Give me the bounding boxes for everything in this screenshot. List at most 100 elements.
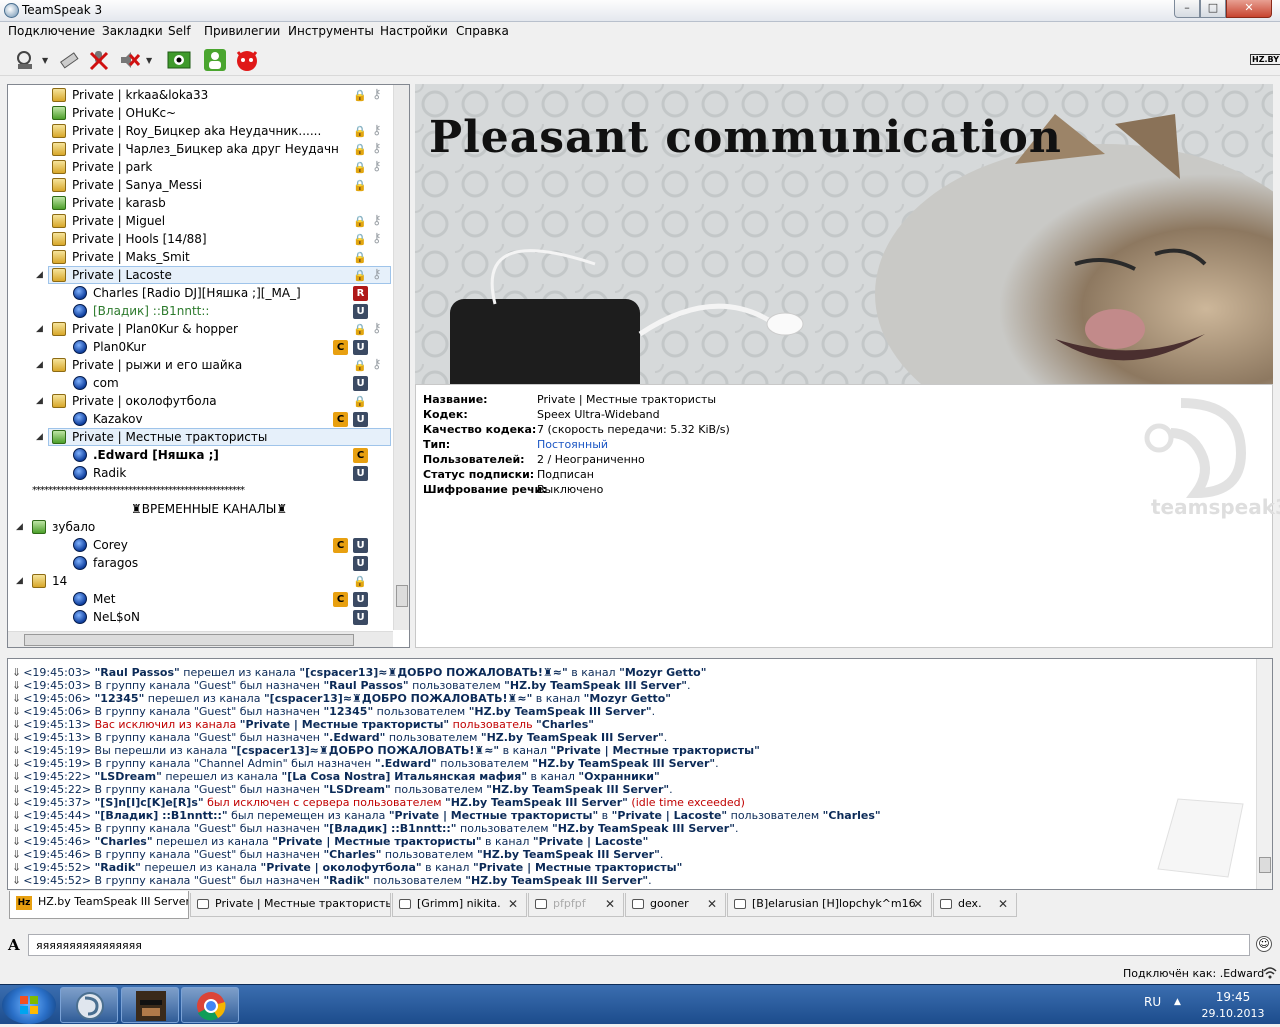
channel-row[interactable]: 🔒 ⚷ Private | park [8,158,393,176]
channel-row[interactable]: ◢ зубало [8,518,393,536]
channel-row[interactable]: Private | OHuKc~ [8,104,393,122]
channel-row[interactable]: Private | karasb [8,194,393,212]
devil-icon[interactable] [234,47,260,73]
start-button[interactable] [2,986,56,1024]
close-tab-icon[interactable]: ✕ [508,893,518,915]
tray-date[interactable]: 29.10.2013 [1200,1007,1266,1020]
menu-bookmarks[interactable]: Закладки [102,24,163,38]
expand-arrow-icon[interactable]: ◢ [36,356,43,374]
user-row[interactable]: C U Plan0Kur [8,338,393,356]
down-arrow-icon: ⇓ [12,848,22,861]
menu-self[interactable]: Self [168,24,191,38]
channel-row[interactable]: 🔒 ⚷ Private | krkaa&loka33 [8,86,393,104]
channel-row[interactable]: 🔒 ⚷ Private | Roy_Бицкер aka Неудачник....… [8,122,393,140]
chat-tab[interactable]: dex. ✕ [933,893,1017,917]
chat-tab[interactable]: Hz HZ.by TeamSpeak III Server [9,891,189,919]
channel-row[interactable]: ◢ 🔒 14 [8,572,393,590]
maximize-button[interactable]: □ [1200,0,1226,18]
log-fragment: в канал [481,835,533,848]
channel-row[interactable]: ◢ 🔒 ⚷ Private | Plan0Kur & hopper [8,320,393,338]
tray-language[interactable]: RU [1144,995,1161,1009]
log-fragment: "Private | Местные трактористы" [388,809,599,822]
channel-row[interactable]: ◢ 🔒 ⚷ Private | рыжи и его шайка [8,356,393,374]
disconnect-icon[interactable] [56,47,82,73]
expand-arrow-icon[interactable]: ◢ [16,572,23,590]
chat-tab[interactable]: Private | Местные трактористы [190,893,391,917]
close-tab-icon[interactable]: ✕ [913,893,923,915]
channel-row[interactable]: 🔒 Private | Sanya_Messi [8,176,393,194]
channel-row[interactable]: 🔒 ⚷ Private | Miguel [8,212,393,230]
emoticons-icon[interactable]: ☺ [1256,936,1272,952]
user-row[interactable]: U Radik [8,464,393,482]
channel-row[interactable]: 🔒 ⚷ Private | Hools [14/88] [8,230,393,248]
mute-speakers-icon[interactable] [116,47,142,73]
minimize-button[interactable]: – [1174,0,1200,18]
key-icon: ⚷ [372,267,382,282]
tree-vertical-scrollbar[interactable] [393,85,409,630]
close-button[interactable]: ✕ [1226,0,1272,18]
log-fragment: "HZ.by TeamSpeak III Server" [480,731,664,744]
chat-bubble-icon [535,899,547,909]
contacts-icon[interactable] [202,47,228,73]
expand-arrow-icon[interactable]: ◢ [36,266,43,284]
menu-help[interactable]: Справка [456,24,509,38]
chat-tab[interactable]: gooner ✕ [625,893,726,917]
down-arrow-icon: ⇓ [12,770,22,783]
user-row[interactable]: R Charles [Radio DJ][Няшка ;][_MA_] [8,284,393,302]
lock-icon: 🔒 [353,395,367,408]
speakers-dropdown-arrow-icon[interactable]: ▼ [146,56,152,65]
log-fragment: пользователем [369,874,466,887]
user-row[interactable]: Ufaragos [8,554,393,572]
taskbar-game-icon[interactable] [121,987,179,1023]
user-row[interactable]: U NeL$oN [8,608,393,626]
expand-arrow-icon[interactable]: ◢ [36,320,43,338]
close-tab-icon[interactable]: ✕ [605,893,615,915]
expand-arrow-icon[interactable]: ◢ [36,392,43,410]
log-fragment: перешел из канала [140,861,261,874]
menu-permissions[interactable]: Привилегии [204,24,280,38]
text-format-icon[interactable]: A [8,936,20,954]
channel-row[interactable]: ◢ 🔒 Private | околофутбола [8,392,393,410]
spacer-row[interactable]: ****************************************… [8,482,393,500]
taskbar-chrome-icon[interactable] [181,987,239,1023]
user-row[interactable]: Ucom [8,374,393,392]
user-row[interactable]: C U Kazakov [8,410,393,428]
info-value[interactable]: Постоянный [537,438,608,451]
channel-row[interactable]: 🔒 Private | Maks_Smit [8,248,393,266]
log-fragment: <19:45:19> В группу канала "Channel Admi… [23,757,375,770]
expand-arrow-icon[interactable]: ◢ [36,428,43,446]
chat-tab[interactable]: [Grimm] nikita. ✕ [392,893,527,917]
log-fragment: "Private | Местные трактористы" [239,718,450,731]
user-row[interactable]: C U Met [8,590,393,608]
connect-dropdown-arrow-icon[interactable]: ▼ [42,56,48,65]
menu-settings[interactable]: Настройки [380,24,448,38]
chat-tab[interactable]: [B]elarusian [H]lopchyk^m16 ✕ [727,893,932,917]
away-status-icon[interactable] [166,47,192,73]
tray-time[interactable]: 19:45 [1210,990,1256,1004]
tray-expand-icon[interactable]: ▲ [1174,997,1181,1007]
log-fragment: "HZ.by TeamSpeak III Server" [465,874,649,887]
user-row[interactable]: C .Edward [Няшка ;] [8,446,393,464]
menu-tools[interactable]: Инструменты [288,24,374,38]
channel-row[interactable]: ◢ Private | Местные трактористы [8,428,393,446]
close-tab-icon[interactable]: ✕ [998,893,1008,915]
chat-tab[interactable]: pfpfpf ✕ [528,893,624,917]
menu-connection[interactable]: Подключение [8,24,95,38]
connect-icon[interactable] [12,47,38,73]
channel-row[interactable]: 🔒 ⚷ Private | Чарлез_Бицкер aka друг Неуда… [8,140,393,158]
user-row[interactable]: C U Corey [8,536,393,554]
expand-arrow-icon[interactable]: ◢ [16,518,23,536]
log-fragment: в канал [567,666,620,679]
log-fragment: <19:45:03> [23,666,95,679]
tree-horizontal-scrollbar[interactable] [8,631,393,647]
chat-input[interactable] [28,934,1250,956]
mute-microphone-icon[interactable] [86,47,112,73]
channel-icon [52,250,66,264]
user-row[interactable]: U [Владик] ::B1nntt:: [8,302,393,320]
close-tab-icon[interactable]: ✕ [707,893,717,915]
taskbar-teamspeak-icon[interactable] [60,987,118,1023]
channel-row[interactable]: ◢ 🔒 ⚷ Private | Lacoste [8,266,393,284]
spacer-header[interactable]: ♜ВРЕМЕННЫЕ КАНАЛЫ♜ [8,500,393,518]
log-scrollbar[interactable] [1256,659,1272,889]
key-icon: ⚷ [372,159,382,174]
